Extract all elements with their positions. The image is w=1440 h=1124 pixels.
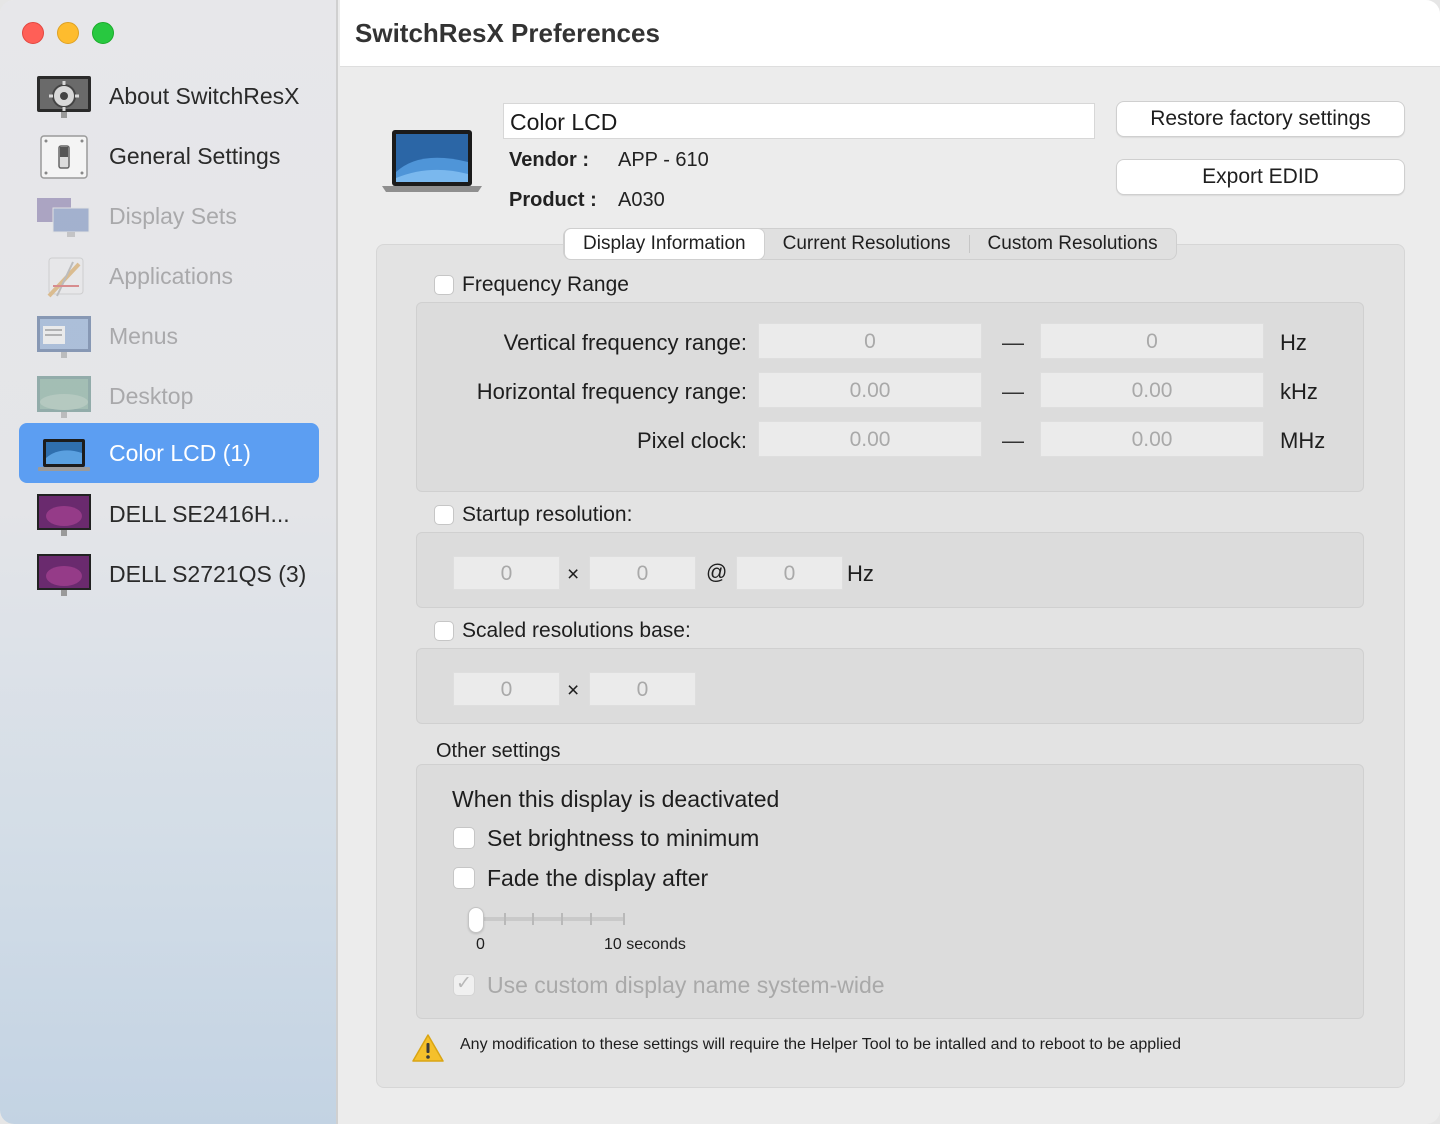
startup-refresh-unit: Hz — [847, 561, 874, 586]
product-label: Product : — [509, 189, 597, 211]
range-dash: — — [1002, 330, 1024, 355]
sidebar-item-label: DELL SE2416H... — [109, 501, 290, 527]
scaled-resolutions-label: Scaled resolutions base: — [462, 619, 691, 642]
sidebar-item-label: About SwitchResX — [109, 83, 300, 109]
slider-tick — [590, 913, 592, 925]
horizontal-frequency-max-input[interactable]: 0.00 — [1040, 372, 1264, 408]
times-sign: × — [567, 679, 580, 702]
custom-display-name-checkbox[interactable] — [453, 972, 475, 996]
fade-duration-slider-knob[interactable] — [468, 907, 484, 933]
restore-factory-settings-button[interactable]: Restore factory settings — [1116, 101, 1405, 137]
pixel-clock-max-input[interactable]: 0.00 — [1040, 421, 1264, 457]
switch-icon — [40, 135, 88, 179]
pixel-clock-label: Pixel clock: — [636, 428, 747, 453]
startup-height-input[interactable]: 0 — [589, 556, 696, 590]
horizontal-frequency-label: Horizontal frequency range: — [476, 379, 747, 404]
minimize-window-button[interactable] — [57, 22, 79, 44]
tab-custom-resolutions[interactable]: Custom Resolutions — [970, 229, 1176, 259]
zoom-window-button[interactable] — [92, 22, 114, 44]
pixel-clock-unit: MHz — [1280, 428, 1326, 453]
monitor-icon — [37, 494, 91, 536]
title-bar: SwitchResX Preferences — [340, 0, 1440, 67]
vertical-frequency-label: Vertical frequency range: — [503, 330, 747, 355]
fade-duration-slider-track[interactable] — [476, 917, 624, 921]
startup-resolution-checkbox[interactable] — [434, 505, 454, 525]
slider-tick — [504, 913, 506, 925]
fade-display-checkbox[interactable] — [453, 867, 475, 889]
close-window-button[interactable] — [22, 22, 44, 44]
tab-display-information[interactable]: Display Information — [564, 228, 765, 260]
custom-display-name-label: Use custom display name system-wide — [487, 972, 885, 998]
display-name-input[interactable]: Color LCD — [503, 103, 1095, 139]
warning-icon — [412, 1034, 444, 1062]
slider-tick — [623, 913, 625, 925]
window-title: SwitchResX Preferences — [355, 18, 660, 48]
main-content: SwitchResX Preferences Color LCD Vendor … — [340, 0, 1440, 1124]
sidebar-item-display-sets[interactable]: Display Sets — [19, 186, 319, 246]
brightness-minimum-checkbox[interactable] — [453, 827, 475, 849]
preferences-window: About SwitchResX General Settings Displa… — [0, 0, 1440, 1124]
scaled-height-input[interactable]: 0 — [589, 672, 696, 706]
vertical-frequency-min-input[interactable]: 0 — [758, 323, 982, 359]
slider-tick — [532, 913, 534, 925]
other-settings-title: Other settings — [436, 740, 561, 762]
vendor-value: APP - 610 — [618, 149, 709, 171]
sidebar-item-label: Display Sets — [109, 203, 237, 229]
menus-icon — [37, 316, 91, 358]
slider-tick — [561, 913, 563, 925]
vertical-frequency-unit: Hz — [1280, 330, 1307, 355]
startup-resolution-label: Startup resolution: — [462, 503, 633, 526]
range-dash: — — [1002, 379, 1024, 404]
range-dash: — — [1002, 428, 1024, 453]
sidebar-item-applications[interactable]: Applications — [19, 246, 319, 306]
frequency-range-label: Frequency Range — [462, 273, 629, 296]
sidebar-item-label: Color LCD (1) — [109, 440, 251, 466]
startup-refresh-input[interactable]: 0 — [736, 556, 843, 590]
desktop-icon — [37, 376, 91, 418]
deactivated-heading: When this display is deactivated — [452, 786, 780, 812]
pixel-clock-min-input[interactable]: 0.00 — [758, 421, 982, 457]
horizontal-frequency-unit: kHz — [1280, 379, 1318, 404]
sidebar-item-label: Applications — [109, 263, 234, 289]
fade-display-label: Fade the display after — [487, 865, 709, 891]
scaled-resolutions-checkbox[interactable] — [434, 621, 454, 641]
at-sign: @ — [706, 561, 728, 584]
sidebar-item-label: DELL S2721QS (3) — [109, 561, 307, 587]
display-sets-icon — [37, 198, 90, 237]
sidebar-item-desktop[interactable]: Desktop — [19, 366, 319, 426]
brightness-minimum-label: Set brightness to minimum — [487, 825, 760, 851]
slider-min-label: 0 — [476, 936, 485, 953]
sidebar-item-dell-se2416h[interactable]: DELL SE2416H... — [19, 484, 319, 544]
scaled-width-input[interactable]: 0 — [453, 672, 560, 706]
sidebar-item-about[interactable]: About SwitchResX — [19, 66, 319, 126]
horizontal-frequency-min-input[interactable]: 0.00 — [758, 372, 982, 408]
applications-icon — [47, 257, 84, 298]
frequency-range-checkbox[interactable] — [434, 275, 454, 295]
tab-bar: Display Information Current Resolutions … — [563, 228, 1177, 260]
sidebar-item-dell-s2721qs[interactable]: DELL S2721QS (3) — [19, 544, 319, 604]
laptop-icon — [382, 130, 482, 192]
sidebar-item-label: Desktop — [109, 383, 194, 409]
vertical-frequency-max-input[interactable]: 0 — [1040, 323, 1264, 359]
times-sign: × — [567, 563, 580, 586]
sidebar-item-color-lcd[interactable]: Color LCD (1) — [19, 423, 319, 483]
sidebar-item-general-settings[interactable]: General Settings — [19, 126, 319, 186]
warning-message: Any modification to these settings will … — [460, 1036, 1182, 1053]
sidebar: About SwitchResX General Settings Displa… — [0, 0, 338, 1124]
tab-current-resolutions[interactable]: Current Resolutions — [765, 229, 969, 259]
product-value: A030 — [618, 189, 665, 211]
slider-max-label: 10 seconds — [604, 936, 686, 953]
startup-width-input[interactable]: 0 — [453, 556, 560, 590]
sidebar-item-label: Menus — [109, 323, 179, 349]
gear-monitor-icon — [37, 76, 91, 118]
vendor-label: Vendor : — [509, 149, 590, 171]
laptop-icon — [38, 439, 90, 471]
sidebar-item-menus[interactable]: Menus — [19, 306, 319, 366]
export-edid-button[interactable]: Export EDID — [1116, 159, 1405, 195]
monitor-icon — [37, 554, 91, 596]
sidebar-item-label: General Settings — [109, 143, 281, 169]
